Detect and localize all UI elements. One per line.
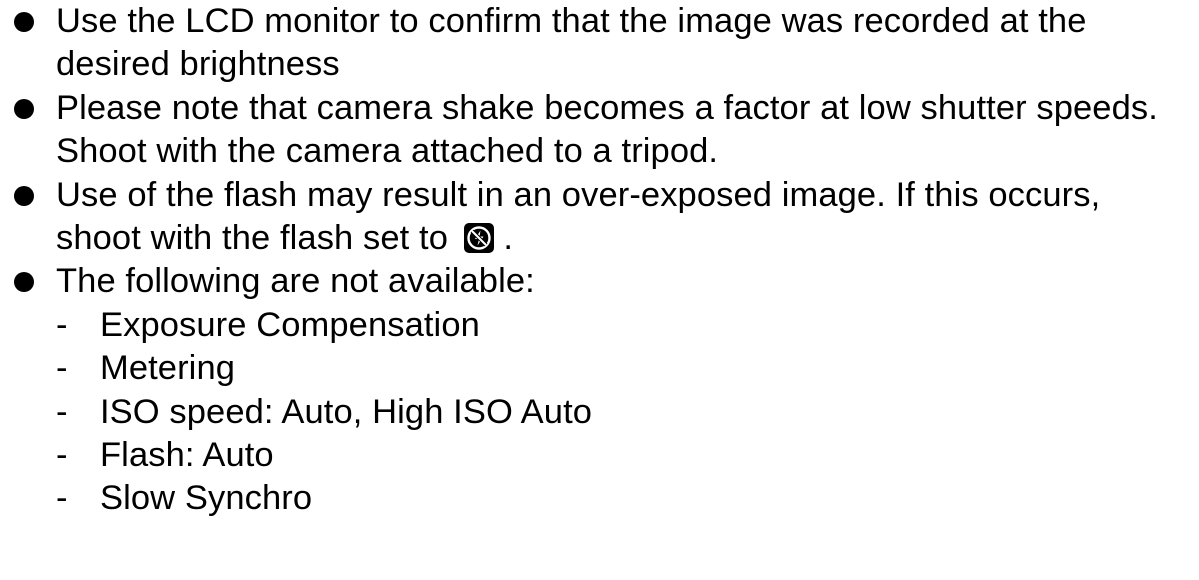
bullet-text: Use the LCD monitor to confirm that the … <box>56 2 1087 84</box>
bullet-dot <box>14 185 34 206</box>
bullet-item-camera-shake: Please note that camera shake becomes a … <box>14 87 1194 174</box>
unavailable-list: - Exposure Compensation - Metering - ISO… <box>56 304 1194 521</box>
bullet-dot <box>14 272 34 293</box>
sub-item-text: Slow Synchro <box>100 479 313 518</box>
sub-item-text: ISO speed: Auto, High ISO Auto <box>100 392 593 431</box>
bullet-item-flash-overexposure: Use of the flash may result in an over-e… <box>14 174 1194 261</box>
sub-item-text: Metering <box>100 349 236 388</box>
bullet-dot <box>14 12 34 32</box>
sub-item: - Metering <box>56 347 1194 390</box>
sub-item: - Exposure Compensation <box>56 304 1194 347</box>
bullet-item-not-available: The following are not available: - Expos… <box>14 260 1194 520</box>
manual-page: Use the LCD monitor to confirm that the … <box>0 0 1199 580</box>
bullet-item-lcd-confirm: Use the LCD monitor to confirm that the … <box>14 0 1194 87</box>
bullet-suffix: . <box>503 219 514 258</box>
dash: - <box>56 436 68 475</box>
dash: - <box>56 349 68 388</box>
sub-item: - ISO speed: Auto, High ISO Auto <box>56 391 1194 434</box>
dash: - <box>56 392 68 431</box>
bullet-text: The following are not available: <box>56 262 535 301</box>
sub-item-text: Flash: Auto <box>100 436 274 475</box>
bullet-text: Please note that camera shake becomes a … <box>56 88 1158 171</box>
sub-item: - Flash: Auto <box>56 434 1194 477</box>
bullet-list: Use the LCD monitor to confirm that the … <box>14 0 1194 521</box>
flash-off-icon <box>463 223 494 254</box>
sub-item-text: Exposure Compensation <box>100 305 480 344</box>
bullet-dot <box>14 98 34 119</box>
bullet-text: Use of the flash may result in an over-e… <box>56 175 1101 258</box>
sub-item: - Slow Synchro <box>56 477 1194 520</box>
dash: - <box>56 305 68 344</box>
dash: - <box>56 479 68 518</box>
